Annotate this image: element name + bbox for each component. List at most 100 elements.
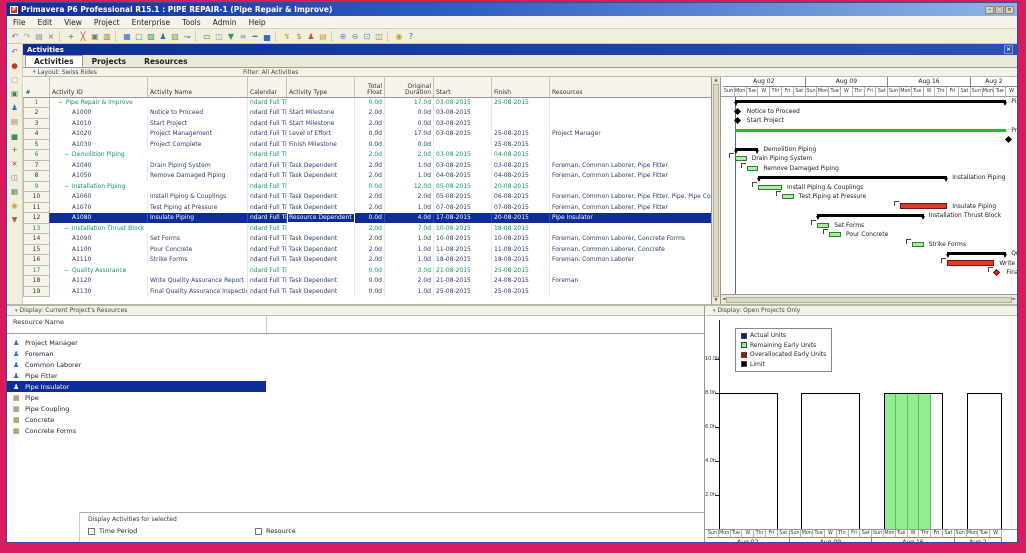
timescale-week[interactable]: Aug 2 [955,538,1002,542]
menu-item-file[interactable]: File [7,18,32,27]
timescale-day[interactable]: Thr [935,87,948,97]
timescale-day[interactable]: Tue [730,530,743,538]
resource-row[interactable]: ♟ Project Manager [7,337,704,348]
collapse-icon[interactable]: − [64,150,70,160]
info-icon[interactable]: ◉ [9,201,20,211]
menu-item-view[interactable]: View [58,18,88,27]
wbs-window-icon[interactable]: ▧ [145,31,157,42]
profile-display-bar[interactable]: ▾ Display: Open Projects Only [705,306,1017,316]
projects-window-icon[interactable]: ▢ [133,31,145,42]
column-header-activity-type[interactable]: Activity Type [286,77,355,98]
copy-icon[interactable]: ▣ [89,31,101,42]
table-row[interactable]: 14A1090Set Formsndard Full TimeTask Depe… [23,233,711,245]
resource-icon[interactable]: ♟ [9,103,20,113]
collapse-icon[interactable]: − [64,182,70,192]
column-header--[interactable]: # [23,77,50,98]
layout-options-bar[interactable]: ▾ Layout: Swiss Rides Filter: All Activi… [23,68,1017,77]
table-row[interactable]: 3A1010Start Projectndard Full TimeStart … [23,117,711,129]
timescale-day[interactable]: W [841,87,853,97]
timescale-day[interactable]: Sun [806,87,818,97]
timescale-week[interactable]: Aug 02 [707,538,790,542]
gantt-milestone[interactable] [1005,135,1013,144]
add-row-icon[interactable]: + [9,145,20,155]
column-header-original-duration[interactable]: Original Duration [384,77,434,98]
timescale-day[interactable]: Sun [888,87,900,97]
timescale-day[interactable]: Sat [777,530,790,538]
table-row[interactable]: 6− Demolition Pipingndard Full Time 2.0d2… [23,149,711,161]
timescale-day[interactable]: Tue [895,530,908,538]
group-sort-icon[interactable]: ≡ [237,31,249,42]
table-row[interactable]: 13− Installation Thrust Block ndard Full … [23,222,711,234]
table-row[interactable]: 11 A1070 Test Piping at Pressure ndard Full… [23,201,711,213]
timescale-day[interactable]: Mon [983,87,995,97]
notebook-icon[interactable]: ▤ [317,31,329,42]
gantt-bar-summary[interactable] [733,147,759,154]
gantt-bar-task[interactable] [782,194,794,199]
activities-window-icon[interactable]: ▦ [121,31,133,42]
timescale-day[interactable]: Tue [994,87,1007,97]
timescale-day[interactable]: Sun [872,530,884,538]
table-row[interactable]: 12A1080Insulate Pipingndard Full TimeRes… [23,212,711,224]
menu-item-project[interactable]: Project [88,18,126,27]
gantt-timescale[interactable]: Aug 02 Aug 09 Aug 16 Aug 2 Sun Mon Tue W Thr Fri S… [721,77,1017,97]
assign-resources-icon[interactable]: ♟ [305,31,317,42]
resource-row[interactable]: ▦ Concrete Forms [7,425,704,436]
resource-row[interactable]: ♟ Foreman [7,348,704,359]
collapse-icon[interactable]: ▼ [9,215,20,225]
timescale-day[interactable]: Tue [747,87,759,97]
maximize-button[interactable]: □ [995,5,1004,14]
table-row[interactable]: 16A1110Strike Formsndard Full TimeTask D… [23,254,711,266]
paste-icon[interactable]: ▥ [101,31,113,42]
horizontal-scrollbar[interactable]: ◄ ► [721,294,1017,304]
zoom-out-icon[interactable]: ⊖ [349,31,361,42]
collapse-icon[interactable]: − [64,266,70,276]
timescale-day[interactable]: Tue [813,530,825,538]
timescale-day[interactable]: Fri [865,87,877,97]
resources-display-bar[interactable]: ▾ Display: Current Project's Resources [7,306,704,316]
timescale-day[interactable]: Thr [919,530,932,538]
timescale-day[interactable]: Mon [900,87,912,97]
scroll-up-icon[interactable]: ▲ [714,78,717,83]
menu-item-edit[interactable]: Edit [32,18,59,27]
checkbox-box[interactable] [255,527,262,535]
gantt-bar-critical[interactable] [900,203,948,209]
timescale-day[interactable]: W [924,87,936,97]
timescale-day[interactable]: Tue [829,87,841,97]
timescale-day[interactable]: Mon [718,530,731,538]
resource-row[interactable]: ▦ Concrete [7,414,704,425]
comment-icon[interactable]: ◉ [393,31,405,42]
column-divider[interactable] [266,316,267,333]
scroll-left-icon[interactable]: ◄ [722,297,725,302]
gantt-bar-summary[interactable] [946,252,1008,258]
column-header-start[interactable]: Start [433,77,492,98]
resources-window-icon[interactable]: ♟ [157,31,169,42]
timescale-day[interactable]: Thr [836,530,849,538]
timescale-day[interactable]: Fri [782,87,794,97]
profile-icon[interactable]: ▅ [9,131,20,141]
level-resources-icon[interactable]: $ [293,31,305,42]
split-icon[interactable]: ◫ [373,31,385,42]
timescale-week[interactable]: Aug 16 [888,77,971,87]
scrollbar-thumb[interactable] [726,296,1012,303]
timescale-day[interactable]: Sun [971,87,983,97]
gantt-bar-task[interactable] [734,156,747,161]
back-icon[interactable]: ↶ [9,47,20,57]
timescale-week[interactable]: Aug 09 [805,77,889,87]
close-view-icon[interactable]: × [1004,45,1013,54]
gantt-bar-summary[interactable] [757,176,948,182]
timescale-day[interactable]: Sun [723,87,735,97]
layouts-icon[interactable]: ▤ [33,31,45,42]
minimize-button[interactable]: – [985,5,994,14]
add-icon[interactable]: + [65,31,77,42]
close-button[interactable]: × [1005,5,1014,14]
usage-profile-icon[interactable]: ▅ [261,31,273,42]
record-icon[interactable]: ● [9,61,20,71]
timescale-day[interactable]: Fri [848,530,861,538]
checkbox-box[interactable] [88,527,95,535]
timescale-week[interactable]: Aug 2 [970,77,1017,87]
tab-activities[interactable]: Activities [25,55,83,67]
table-row[interactable]: 9− Installation Pipingndard Full Time 0.0… [23,180,711,192]
timescale-day[interactable]: W [907,530,920,538]
close-all-icon[interactable]: × [45,31,57,42]
gantt-bar-task[interactable] [829,232,841,237]
